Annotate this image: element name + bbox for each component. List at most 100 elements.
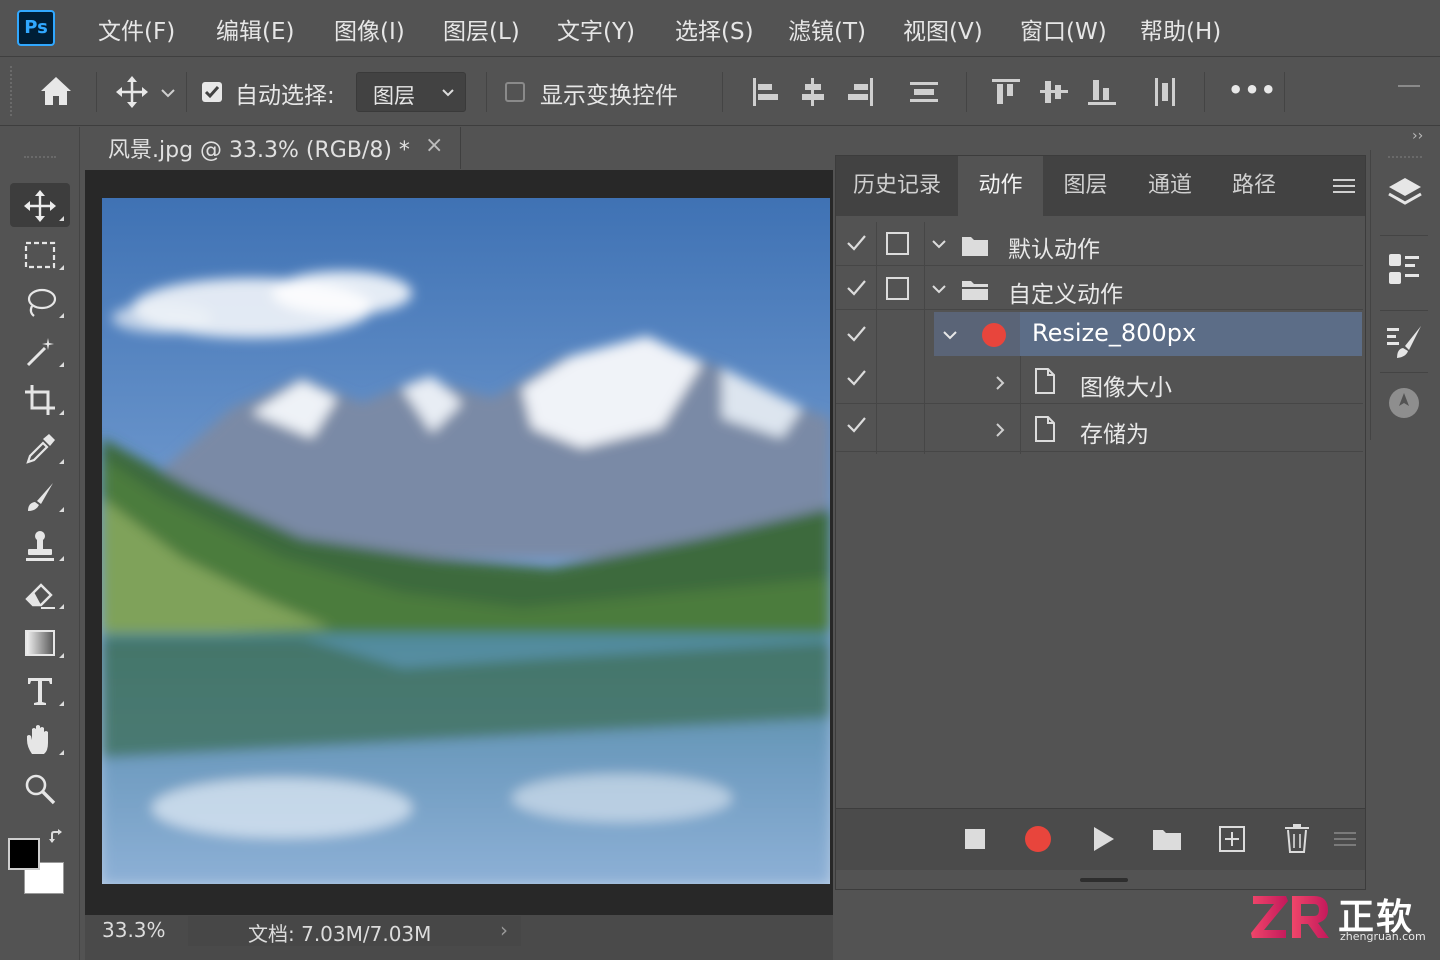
menu-image[interactable]: 图像(I) — [334, 12, 405, 46]
eyedropper-tool[interactable] — [10, 426, 70, 470]
auto-select-value: 图层 — [373, 84, 415, 108]
menu-edit[interactable]: 编辑(E) — [216, 12, 294, 46]
gradient-icon — [25, 630, 55, 656]
type-tool[interactable] — [10, 668, 70, 712]
menu-layer[interactable]: 图层(L) — [443, 12, 520, 46]
gradient-tool[interactable] — [10, 620, 70, 664]
toggle-dialog-checkbox[interactable] — [886, 277, 909, 300]
distribute-horizontal-icon[interactable] — [1150, 76, 1180, 108]
trash-icon[interactable] — [1284, 823, 1310, 857]
tab-actions[interactable]: 动作 — [958, 156, 1043, 216]
zoom-tool[interactable] — [10, 766, 70, 810]
collapse-panels-icon[interactable]: ›› — [1412, 128, 1423, 144]
align-left-edges-icon[interactable] — [750, 76, 780, 108]
distribute-vertical-icon[interactable] — [908, 76, 940, 108]
tab-layers[interactable]: 图层 — [1043, 156, 1128, 216]
more-options-button[interactable]: ••• — [1228, 76, 1277, 104]
menu-view[interactable]: 视图(V) — [903, 12, 983, 46]
chevron-right-icon[interactable]: › — [500, 918, 508, 942]
zr-brand-logo — [1250, 892, 1330, 946]
brush-tool[interactable] — [10, 474, 70, 518]
navigator-panel-icon[interactable] — [1387, 386, 1421, 424]
move-icon — [24, 190, 56, 222]
foreground-color-swatch[interactable] — [8, 838, 40, 870]
toggle-item-check-icon[interactable] — [845, 414, 867, 440]
eraser-tool[interactable] — [10, 571, 70, 615]
panel-resize-grip[interactable] — [1080, 878, 1128, 882]
align-right-edges-icon[interactable] — [846, 76, 876, 108]
marquee-tool[interactable] — [10, 232, 70, 276]
move-tool-preset-icon[interactable] — [114, 74, 178, 110]
show-transform-checkbox[interactable] — [505, 82, 525, 102]
swap-colors-icon[interactable] — [48, 828, 66, 850]
stop-button[interactable] — [965, 829, 985, 849]
menu-select[interactable]: 选择(S) — [675, 12, 754, 46]
properties-panel-icon[interactable] — [1385, 250, 1425, 294]
align-vertical-centers-icon[interactable] — [1038, 76, 1070, 108]
record-button[interactable] — [1025, 826, 1051, 852]
align-horizontal-centers-icon[interactable] — [798, 76, 828, 108]
layers-panel-icon[interactable] — [1385, 172, 1425, 216]
toolbar-grip[interactable] — [24, 156, 56, 162]
close-document-icon[interactable]: × — [425, 133, 443, 158]
lasso-tool[interactable] — [10, 280, 70, 324]
tab-channels[interactable]: 通道 — [1128, 156, 1212, 216]
hand-tool[interactable] — [10, 717, 70, 761]
strip-grip[interactable] — [1388, 156, 1422, 162]
menu-window[interactable]: 窗口(W) — [1020, 12, 1107, 46]
toggle-item-check-icon[interactable] — [845, 277, 867, 303]
crop-icon — [25, 385, 55, 415]
menu-filter[interactable]: 滤镜(T) — [788, 12, 866, 46]
tab-history[interactable]: 历史记录 — [836, 156, 958, 216]
toggle-item-check-icon[interactable] — [845, 367, 867, 393]
panel-menu-icon[interactable] — [1332, 176, 1356, 200]
new-action-icon[interactable] — [1218, 825, 1246, 857]
chevron-down-icon[interactable] — [930, 281, 948, 300]
chevron-right-icon[interactable] — [993, 421, 1007, 443]
chevron-down-icon[interactable] — [941, 327, 959, 346]
rectangular-marquee-icon — [24, 241, 56, 269]
magic-wand-icon — [26, 338, 54, 367]
auto-select-dropdown[interactable]: 图层 — [356, 72, 466, 112]
chevron-right-icon[interactable] — [993, 374, 1007, 396]
toggle-dialog-checkbox[interactable] — [886, 232, 909, 255]
options-grip[interactable] — [10, 66, 16, 116]
home-icon[interactable] — [38, 74, 74, 108]
chevron-down-icon — [442, 89, 454, 97]
show-transform-label: 显示变换控件 — [540, 83, 678, 109]
photoshop-logo[interactable]: Ps — [17, 10, 55, 46]
tab-paths[interactable]: 路径 — [1212, 156, 1296, 216]
move-tool[interactable] — [10, 183, 70, 227]
type-icon — [28, 678, 52, 705]
auto-select-checkbox[interactable] — [202, 82, 222, 102]
document-size-info: 文档: 7.03M/7.03M — [248, 922, 432, 946]
action-step-label: 存储为 — [1080, 422, 1149, 448]
zoom-level[interactable]: 33.3% — [102, 918, 166, 942]
align-bottom-edges-icon[interactable] — [1086, 76, 1118, 108]
minimize-options-icon[interactable] — [1398, 85, 1420, 87]
brush-icon — [28, 483, 53, 511]
watermark-url: zhengruan.com — [1340, 930, 1426, 943]
zoom-icon — [25, 774, 56, 805]
new-set-folder-icon[interactable] — [1152, 827, 1182, 855]
menu-file[interactable]: 文件(F) — [98, 12, 175, 46]
align-top-edges-icon[interactable] — [990, 76, 1022, 108]
document-tab-title: 风景.jpg @ 33.3% (RGB/8) * — [108, 138, 410, 163]
document-image[interactable] — [102, 198, 830, 884]
hand-icon — [27, 725, 48, 754]
chevron-down-icon[interactable] — [930, 236, 948, 255]
auto-select-label: 自动选择: — [235, 83, 335, 109]
brush-settings-panel-icon[interactable] — [1385, 322, 1425, 366]
toggle-item-check-icon[interactable] — [845, 323, 867, 349]
toggle-item-check-icon[interactable] — [845, 232, 867, 258]
play-button[interactable] — [1092, 826, 1116, 856]
crop-tool[interactable] — [10, 377, 70, 421]
magic-wand-tool[interactable] — [10, 329, 70, 373]
menu-type[interactable]: 文字(Y) — [557, 12, 635, 46]
menu-help[interactable]: 帮助(H) — [1140, 12, 1221, 46]
stamp-icon — [26, 531, 54, 561]
lasso-icon — [27, 288, 57, 317]
document-step-icon — [1034, 368, 1056, 398]
action-step-label: 图像大小 — [1080, 375, 1172, 401]
clone-stamp-tool[interactable] — [10, 523, 70, 567]
